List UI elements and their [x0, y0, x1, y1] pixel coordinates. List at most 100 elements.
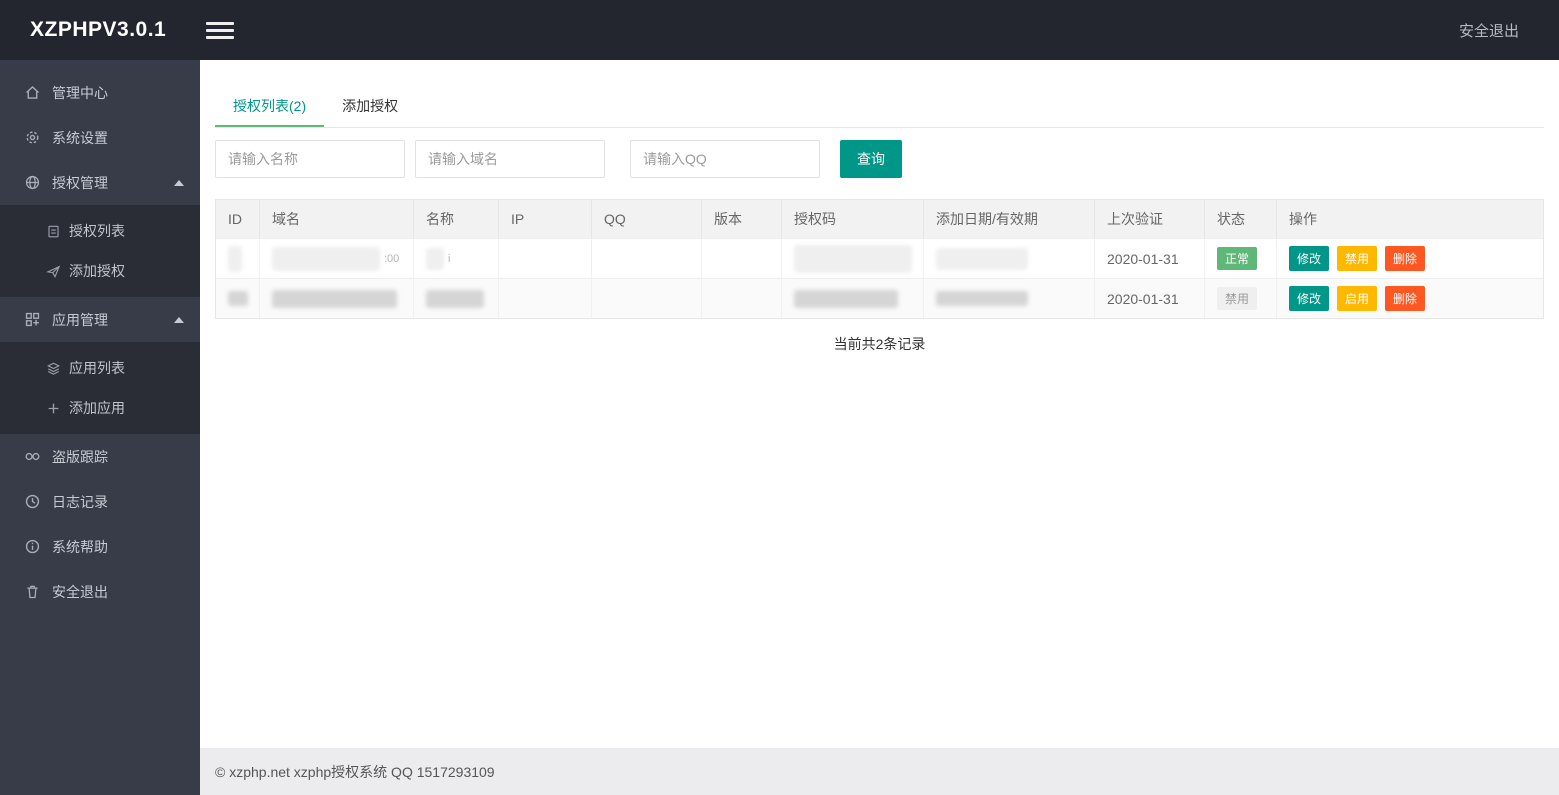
record-count-text: 当前共2条记录: [833, 336, 926, 352]
cell-domain-redacted: [260, 279, 414, 318]
col-header-authcode: 授权码: [782, 200, 924, 238]
qq-search-input[interactable]: [630, 140, 820, 178]
tab-bar: 授权列表(2) 添加授权: [215, 88, 1544, 128]
cell-id: [216, 279, 260, 318]
col-header-actions: 操作: [1289, 211, 1317, 227]
cell-last-verified: 2020-01-31: [1095, 239, 1205, 278]
cell-status: 禁用: [1205, 279, 1277, 318]
col-header-lastverify: 上次验证: [1095, 200, 1205, 238]
disable-button[interactable]: 禁用: [1337, 246, 1378, 271]
sidebar-item-label: 盗版跟踪: [52, 448, 108, 465]
tab-auth-list[interactable]: 授权列表(2): [215, 88, 325, 127]
col-header-ip: IP: [499, 200, 592, 238]
sidebar-item-label: 应用列表: [69, 360, 125, 376]
search-bar: 查询: [215, 140, 1544, 178]
plus-icon: [46, 401, 61, 416]
edit-button[interactable]: 修改: [1289, 286, 1330, 311]
sidebar-item-log-records[interactable]: 日志记录: [0, 479, 200, 524]
sidebar-item-app-management[interactable]: 应用管理: [0, 297, 200, 342]
main-content: 授权列表(2) 添加授权 查询 ID 域名 名称 IP QQ 版本 授权码: [200, 60, 1559, 748]
footer: © xzphp.net xzphp授权系统 QQ 1517293109: [200, 748, 1559, 795]
redacted-fragment: i: [448, 252, 451, 265]
sidebar-item-piracy-tracking[interactable]: 盗版跟踪: [0, 434, 200, 479]
sidebar-item-label: 授权管理: [52, 174, 108, 191]
cell-authcode-redacted: [782, 279, 924, 318]
hamburger-menu-icon[interactable]: [206, 18, 234, 43]
table-row: 2020-01-31 禁用 修改 启用 删除: [216, 278, 1543, 318]
cell-last-verified: 2020-01-31: [1095, 279, 1205, 318]
tab-add-auth[interactable]: 添加授权: [324, 88, 416, 127]
col-header-version: 版本: [702, 200, 782, 238]
cell-ip: [499, 279, 592, 318]
col-header-name: 名称: [414, 200, 499, 238]
sidebar-item-label: 安全退出: [52, 583, 108, 600]
doc-list-icon: [46, 224, 61, 239]
sidebar-item-system-settings[interactable]: 系统设置: [0, 115, 200, 160]
cell-actions: 修改 启用 删除: [1277, 279, 1543, 318]
grid-icon: [24, 311, 41, 328]
chevron-up-icon: [174, 316, 184, 323]
table-header-row: ID 域名 名称 IP QQ 版本 授权码 添加日期/有效期 上次验证 状态 操…: [216, 200, 1543, 238]
enable-button[interactable]: 启用: [1337, 286, 1378, 311]
info-icon: [24, 538, 41, 555]
logout-link[interactable]: 安全退出: [1459, 20, 1519, 41]
col-header-domain: 域名: [260, 200, 414, 238]
col-header-id: ID: [216, 200, 260, 238]
auth-table: ID 域名 名称 IP QQ 版本 授权码 添加日期/有效期 上次验证 状态 操…: [215, 199, 1544, 319]
col-header-date: 添加日期/有效期: [924, 200, 1095, 238]
delete-button[interactable]: 删除: [1385, 246, 1426, 271]
sidebar-item-system-help[interactable]: 系统帮助: [0, 524, 200, 569]
cell-domain-redacted: :00: [260, 239, 414, 278]
sidebar-item-app-list[interactable]: 应用列表: [0, 348, 200, 388]
cell-qq: [592, 239, 702, 278]
layers-icon: [46, 361, 61, 376]
domain-search-input[interactable]: [415, 140, 605, 178]
chevron-up-icon: [174, 179, 184, 186]
home-icon: [24, 84, 41, 101]
sidebar-item-add-auth[interactable]: 添加授权: [0, 251, 200, 291]
sidebar-item-auth-management[interactable]: 授权管理: [0, 160, 200, 205]
status-badge: 正常: [1217, 247, 1258, 270]
cell-qq: [592, 279, 702, 318]
cell-status: 正常: [1205, 239, 1277, 278]
sidebar-item-add-app[interactable]: 添加应用: [0, 388, 200, 428]
app-submenu: 应用列表 添加应用: [0, 342, 200, 434]
cell-version: [702, 239, 782, 278]
cell-date-redacted: [924, 279, 1095, 318]
delete-button[interactable]: 删除: [1385, 286, 1426, 311]
sidebar-item-label: 日志记录: [52, 493, 108, 510]
auth-submenu: 授权列表 添加授权: [0, 205, 200, 297]
name-search-input[interactable]: [215, 140, 405, 178]
query-button[interactable]: 查询: [840, 140, 902, 178]
cell-ip: [499, 239, 592, 278]
edit-button[interactable]: 修改: [1289, 246, 1330, 271]
infinity-icon: [24, 448, 41, 465]
top-header: XZPHPV3.0.1 安全退出: [0, 0, 1559, 60]
clock-icon: [24, 493, 41, 510]
sidebar-item-logout[interactable]: 安全退出: [0, 569, 200, 614]
cell-name-redacted: i: [414, 239, 499, 278]
sidebar-item-label: 添加应用: [69, 400, 125, 416]
send-icon: [45, 264, 61, 279]
sidebar-item-label: 系统帮助: [52, 538, 108, 555]
gear-icon: [24, 129, 41, 146]
cell-date-redacted: [924, 239, 1095, 278]
cell-authcode-redacted: [782, 239, 924, 278]
sidebar-item-label: 应用管理: [52, 311, 108, 328]
sidebar-item-label: 添加授权: [69, 263, 125, 279]
cell-version: [702, 279, 782, 318]
trash-icon: [24, 583, 41, 600]
table-row: :00 i 2020-01-31 正常 修改 禁用 删除: [216, 238, 1543, 278]
globe-icon: [24, 174, 41, 191]
sidebar-item-label: 授权列表: [69, 223, 125, 239]
cell-actions: 修改 禁用 删除: [1277, 239, 1543, 278]
sidebar-item-label: 系统设置: [52, 129, 108, 146]
sidebar-item-label: 管理中心: [52, 84, 108, 101]
cell-id: [216, 239, 260, 278]
app-logo: XZPHPV3.0.1: [30, 18, 167, 41]
sidebar-item-admin-center[interactable]: 管理中心: [0, 70, 200, 115]
cell-name-redacted: [414, 279, 499, 318]
col-header-status: 状态: [1205, 200, 1277, 238]
sidebar-item-auth-list[interactable]: 授权列表: [0, 211, 200, 251]
redacted-fragment: :00: [384, 252, 400, 265]
